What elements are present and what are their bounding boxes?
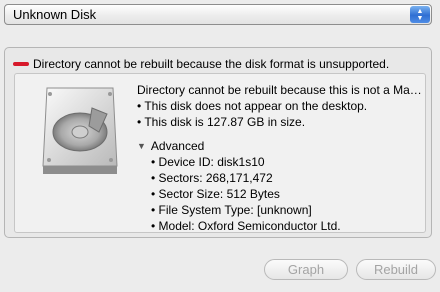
details-bullet: • This disk does not appear on the deskt… [137,99,368,113]
details-box: Directory cannot be rebuilt because this… [14,73,426,233]
graph-button[interactable]: Graph [264,259,348,280]
disk-select-value: Unknown Disk [13,7,97,22]
disclosure-triangle-down-icon[interactable]: ▼ [137,138,146,154]
red-status-bar-icon [13,62,29,66]
rebuild-button[interactable]: Rebuild [356,259,436,280]
advanced-item: • Device ID: disk1s10 [151,155,265,169]
hard-disk-icon [42,87,118,174]
advanced-item: • Sectors: 268,171,472 [151,171,273,185]
updown-arrows-icon: ▲ ▼ [410,6,430,23]
disk-select-popup[interactable]: Unknown Disk ▲ ▼ [4,4,432,25]
details-headline: Directory cannot be rebuilt because this… [137,83,422,97]
advanced-disclosure[interactable]: ▼ Advanced [137,138,425,154]
status-row: Directory cannot be rebuilt because the … [13,57,389,71]
status-message: Directory cannot be rebuilt because the … [33,57,390,71]
disk-info-panel: Directory cannot be rebuilt because the … [4,47,432,238]
details-bullet: • This disk is 127.87 GB in size. [137,115,306,129]
advanced-item: • Sector Size: 512 Bytes [151,187,280,201]
advanced-label: Advanced [150,139,205,153]
advanced-item: • File System Type: [unknown] [151,203,312,217]
advanced-item: • Model: Oxford Semiconductor Ltd. [151,219,341,233]
details-text: Directory cannot be rebuilt because this… [137,82,425,233]
